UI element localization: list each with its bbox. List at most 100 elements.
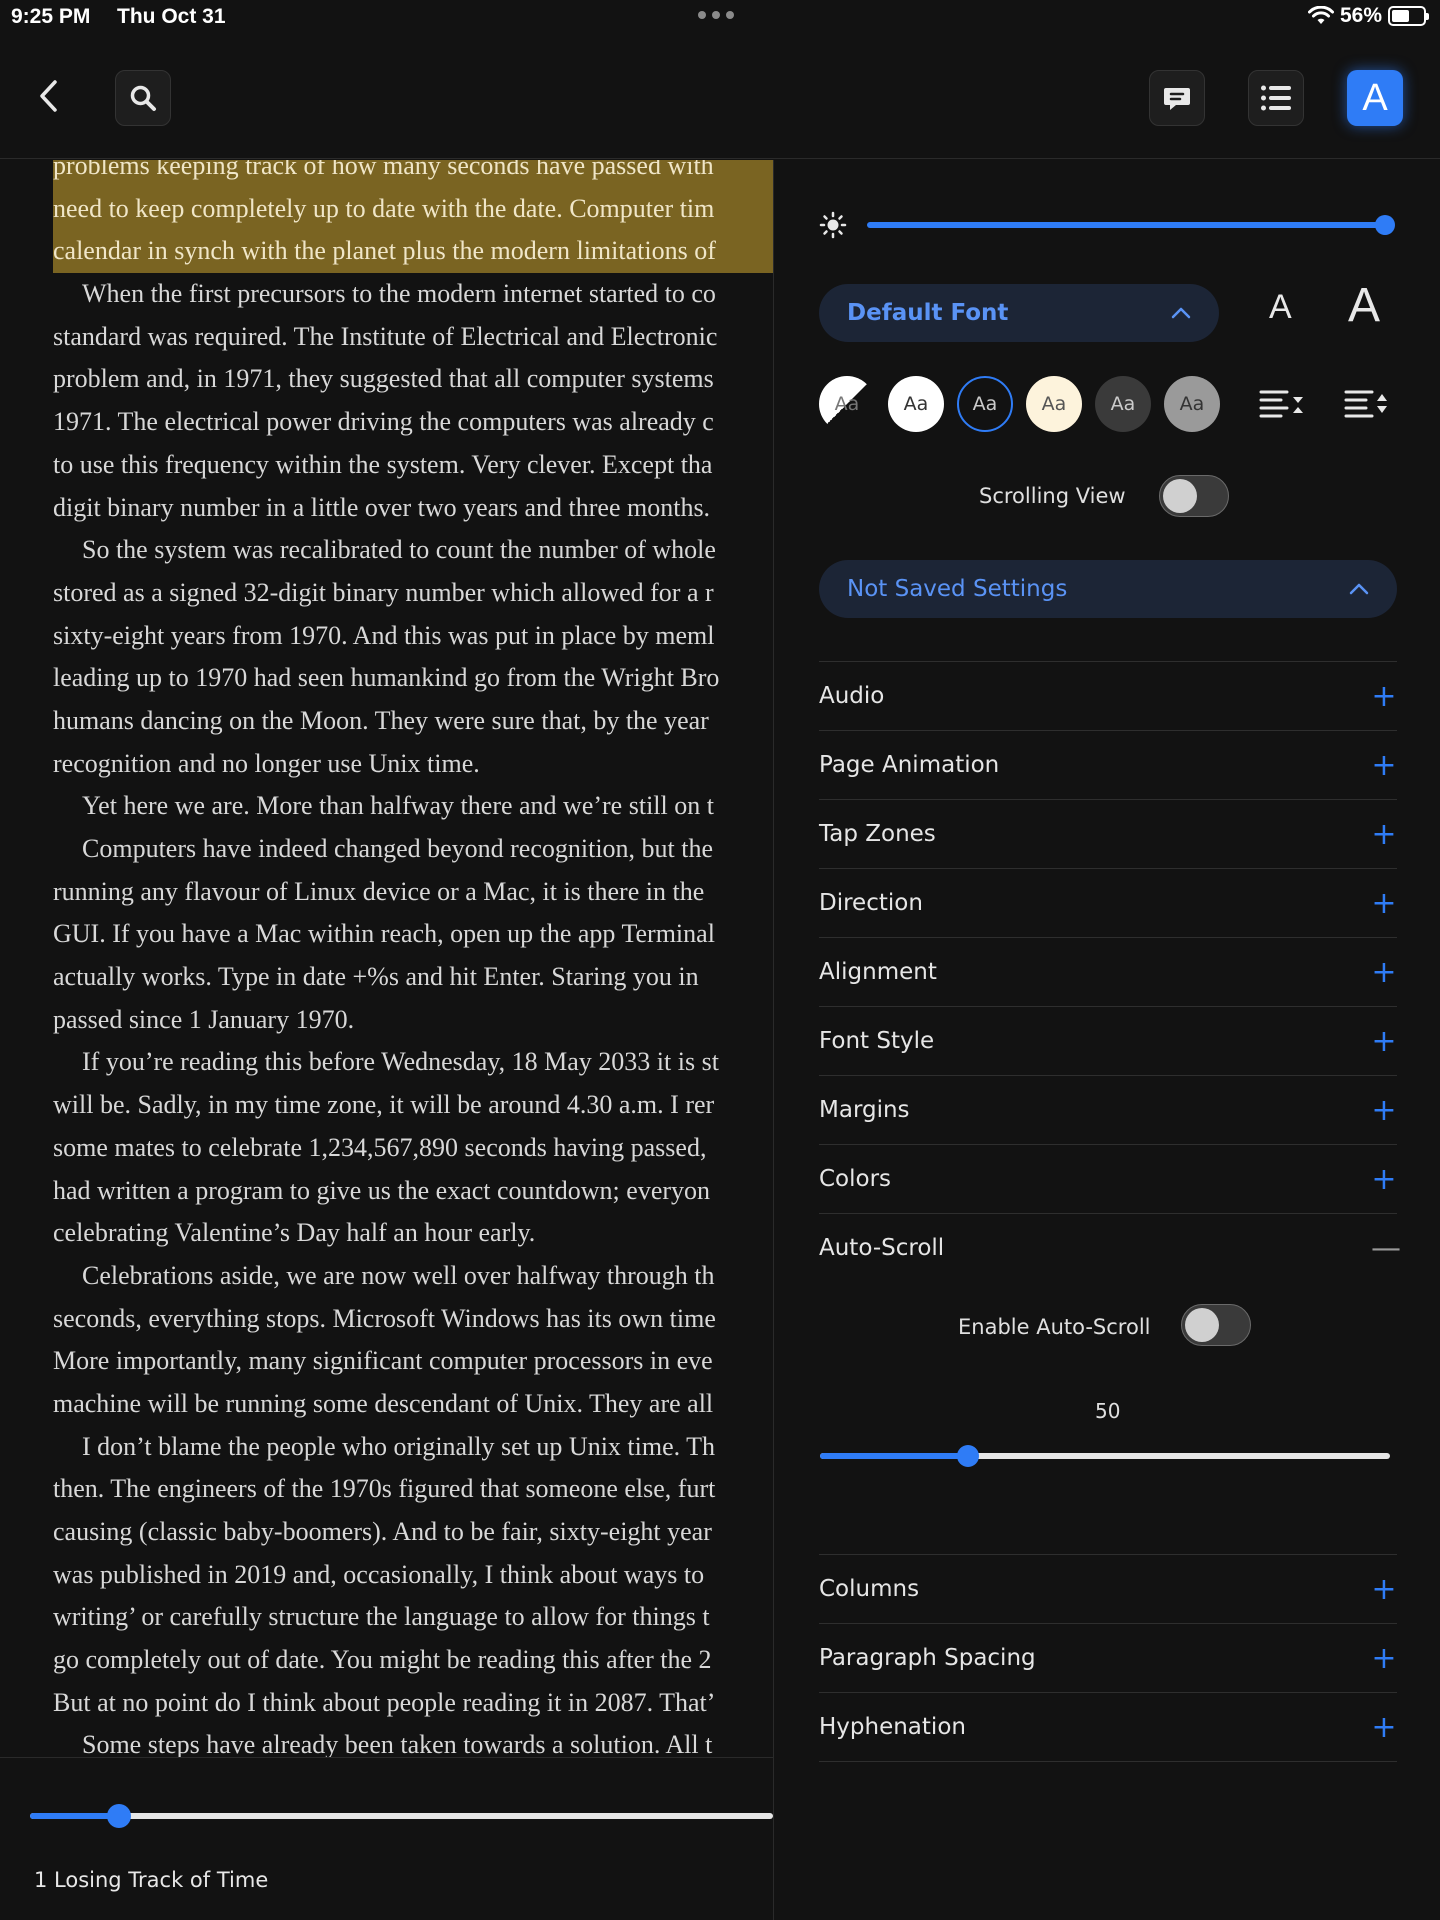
line-text: problem and, in 1971, they suggested tha… [53,364,714,394]
status-date: Thu Oct 31 [117,5,226,28]
theme-option[interactable]: Aa [888,376,944,432]
book-line: to use this frequency within the system.… [53,444,773,487]
book-line: Yet here we are. More than halfway there… [53,785,773,828]
page-progress-thumb[interactable] [107,1804,132,1828]
line-text: GUI. If you have a Mac within reach, ope… [53,919,715,949]
line-text: When the first precursors to the modern … [82,279,716,309]
line-text: If you’re reading this before Wednesday,… [82,1047,719,1077]
book-line: stored as a signed 32-digit binary numbe… [53,572,773,615]
book-line: seconds, everything stops. Microsoft Win… [53,1298,773,1341]
settings-section-margins[interactable]: Margins + [819,1075,1397,1144]
line-text: Celebrations aside, we are now well over… [82,1260,715,1290]
settings-section-tap-zones[interactable]: Tap Zones + [819,799,1397,868]
settings-section-direction[interactable]: Direction + [819,868,1397,937]
book-line: machine will be running some descendant … [53,1383,773,1426]
book-line: GUI. If you have a Mac within reach, ope… [53,913,773,956]
page-progress-fill [30,1813,120,1819]
line-spacing-decrease-icon[interactable] [1259,388,1303,422]
line-text: humans dancing on the Moon. They were su… [53,705,709,735]
reading-area[interactable]: problems keeping track of how many secon… [0,160,773,1757]
book-line: When the first precursors to the modern … [53,273,773,316]
theme-option[interactable]: Aa [1026,376,1082,432]
battery-percent: 56% [1339,4,1382,27]
line-text: leading up to 1970 had seen humankind go… [53,663,720,693]
book-line: But at no point do I think about people … [53,1682,773,1725]
back-button[interactable] [28,76,68,116]
multitasking-dots-icon[interactable] [698,11,734,19]
section-label: Direction [819,890,923,916]
line-text: writing’ or carefully structure the lang… [53,1602,710,1632]
settings-section-colors[interactable]: Colors + [819,1144,1397,1213]
brightness-slider[interactable] [867,222,1387,228]
line-text: recognition and no longer use Unix time. [53,748,480,778]
enable-autoscroll-toggle[interactable] [1181,1304,1251,1346]
theme-auto-option[interactable]: Aa [819,376,875,432]
section-label: Alignment [819,959,937,985]
scrolling-view-toggle[interactable] [1159,475,1229,517]
theme-option[interactable]: Aa [1164,376,1220,432]
highlighted-text: problems keeping track of how many secon… [53,160,773,188]
autoscroll-speed-slider[interactable] [820,1445,1390,1467]
line-text: passed since 1 January 1970. [53,1004,355,1034]
section-label: Columns [819,1576,920,1602]
battery-icon [1388,6,1429,26]
list-icon [1261,85,1291,111]
settings-section-paragraph-spacing[interactable]: Paragraph Spacing + [819,1623,1397,1692]
annotations-button[interactable] [1149,70,1205,126]
section-label: Paragraph Spacing [819,1645,1036,1671]
book-line: I don’t blame the people who originally … [53,1426,773,1469]
autoscroll-options: Enable Auto-Scroll 50 [819,1282,1397,1554]
settings-section-page-animation[interactable]: Page Animation + [819,730,1397,799]
section-label: Colors [819,1166,892,1192]
chevron-up-icon [1171,307,1191,319]
settings-section-audio[interactable]: Audio + [819,661,1397,730]
expand-icon: + [1371,747,1397,783]
book-text: problems keeping track of how many secon… [53,160,773,1757]
decrease-font-size-button[interactable]: A [1269,288,1292,327]
theme-label: Aa [972,393,998,415]
book-line: need to keep completely up to date with … [53,187,773,231]
line-text: then. The engineers of the 1970s figured… [53,1474,716,1504]
font-dropdown[interactable]: Default Font [819,284,1219,342]
display-settings-button[interactable]: A [1347,70,1403,126]
section-label: Audio [819,683,885,709]
autoscroll-speed-thumb[interactable] [957,1445,980,1467]
page-progress-slider[interactable] [30,1804,773,1828]
theme-label: Aa [903,393,929,415]
settings-sections: Audio + Page Animation + Tap Zones + Direction… [819,661,1401,1762]
theme-option[interactable]: Aa [1095,376,1151,432]
section-label: Auto-Scroll [819,1235,945,1261]
scrolling-view-label: Scrolling View [979,484,1126,508]
settings-section-font-style[interactable]: Font Style + [819,1006,1397,1075]
line-text: causing (classic baby-boomers). And to b… [53,1517,712,1546]
settings-section-alignment[interactable]: Alignment + [819,937,1397,1006]
line-text: sixty-eight years from 1970. And this wa… [53,620,715,650]
line-text: go completely out of date. You might be … [53,1645,712,1675]
expand-icon: + [1371,954,1397,990]
book-line: causing (classic baby-boomers). And to b… [53,1511,773,1554]
status-time: 9:25 PM [11,5,91,28]
theme-label: Aa [1041,393,1067,415]
book-line: Some steps have already been taken towar… [53,1724,773,1757]
brightness-slider-thumb[interactable] [1375,215,1395,235]
expand-icon: + [1371,1092,1397,1128]
expand-icon: + [1371,1161,1397,1197]
settings-section-columns[interactable]: Columns + [819,1554,1397,1623]
book-line: calendar in synch with the planet plus t… [53,230,773,274]
line-text: But at no point do I think about people … [53,1687,716,1717]
section-label: Hyphenation [819,1714,966,1740]
table-of-contents-button[interactable] [1248,70,1304,126]
search-button[interactable] [115,70,171,126]
settings-section-hyphenation[interactable]: Hyphenation + [819,1692,1397,1761]
increase-font-size-button[interactable]: A [1348,278,1380,333]
saved-settings-dropdown[interactable]: Not Saved Settings [819,560,1397,618]
book-line: So the system was recalibrated to count … [53,529,773,572]
book-line: then. The engineers of the 1970s figured… [53,1468,773,1511]
theme-option[interactable]: Aa [957,376,1013,432]
line-spacing-increase-icon[interactable] [1344,388,1388,422]
book-line: go completely out of date. You might be … [53,1639,773,1682]
line-text: standard was required. The Institute of … [53,321,718,351]
settings-section-auto-scroll[interactable]: Auto-Scroll — [819,1213,1401,1282]
book-line: standard was required. The Institute of … [53,316,773,359]
reader-footer: 1 Losing Track of Time [0,1757,773,1920]
